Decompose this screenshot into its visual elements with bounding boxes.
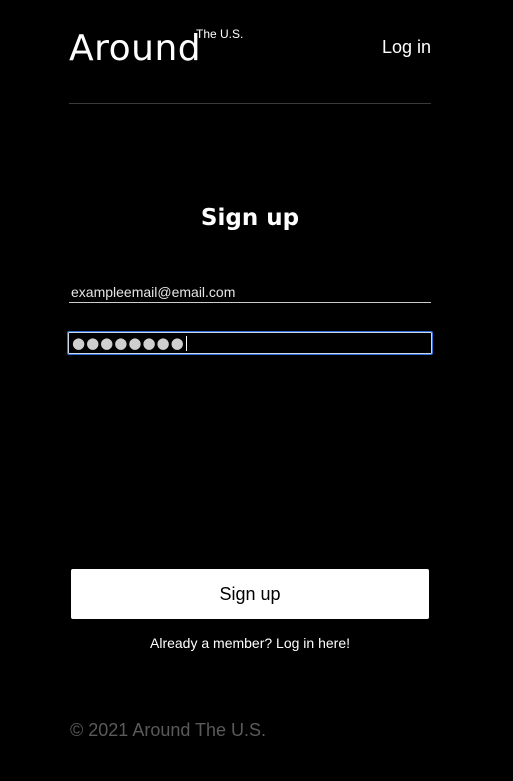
email-field[interactable] bbox=[69, 281, 431, 303]
header: Around The U.S. Log in bbox=[69, 0, 431, 104]
header-login-link[interactable]: Log in bbox=[382, 36, 431, 58]
login-here-link[interactable]: Already a member? Log in here! bbox=[69, 634, 431, 652]
logo-superscript: The U.S. bbox=[196, 27, 244, 41]
logo: Around bbox=[69, 28, 202, 69]
text-caret bbox=[185, 335, 187, 351]
footer-copyright: © 2021 Around The U.S. bbox=[70, 720, 267, 740]
password-masked-value: ●●●●●●●● bbox=[72, 334, 185, 352]
sign-up-button[interactable]: Sign up bbox=[71, 569, 429, 619]
form-title: Sign up bbox=[200, 205, 300, 231]
password-field[interactable]: ●●●●●●●● bbox=[67, 331, 433, 355]
